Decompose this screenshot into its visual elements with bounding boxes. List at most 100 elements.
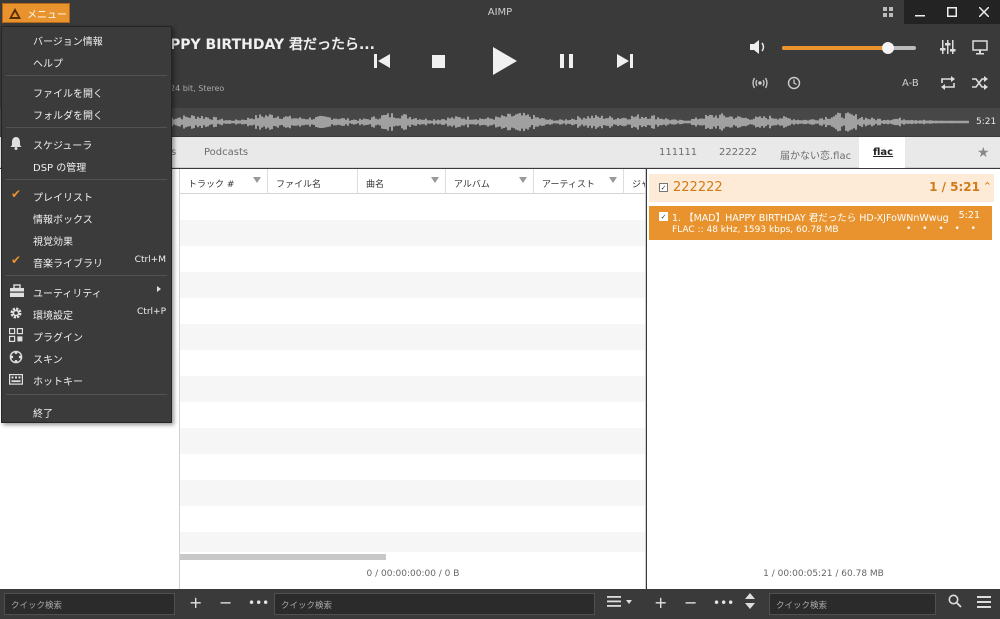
minimize-icon (915, 15, 925, 17)
visualization-button[interactable] (972, 39, 988, 58)
menu-separator (6, 394, 167, 395)
volume-knob[interactable] (881, 42, 894, 54)
play-icon (493, 47, 517, 75)
menu-item-music-library[interactable]: ✔ 音楽ライブラリ Ctrl+M (2, 250, 171, 272)
library-search-input[interactable]: クイック検索 (274, 593, 595, 615)
filter-icon[interactable] (609, 177, 617, 183)
keyboard-icon (9, 372, 25, 386)
monitor-icon (972, 40, 988, 55)
library-table[interactable]: トラック # ファイル名 曲名 アルバム アーティスト ジャ 0 / 00:00… (180, 169, 646, 589)
column-album[interactable]: アルバム (446, 169, 534, 194)
pause-button[interactable] (560, 54, 573, 71)
filter-icon[interactable] (431, 177, 439, 183)
column-track-number[interactable]: トラック # (180, 169, 268, 194)
repeat-button[interactable] (940, 76, 956, 93)
play-button[interactable] (493, 47, 517, 78)
menu-item-version-info[interactable]: バージョン情報 (2, 28, 171, 50)
next-button[interactable] (617, 54, 633, 71)
move-button[interactable] (745, 593, 755, 614)
library-status: 0 / 00:00:00:00 / 0 B (366, 569, 460, 579)
collapse-icon[interactable]: ⌃ (983, 180, 992, 193)
menu-item-skins[interactable]: スキン (2, 346, 171, 368)
menu-item-hotkeys[interactable]: ホットキー (2, 368, 171, 390)
tab-playlist-flac[interactable]: flac (859, 137, 905, 168)
playlist-item[interactable]: ✓ 1. 【MAD】HAPPY BIRTHDAY 君だったら HD-XJFoWN… (649, 206, 992, 240)
remove-button[interactable]: − (219, 593, 232, 613)
filter-icon[interactable] (253, 177, 261, 183)
playlist-item-duration: 5:21 (958, 210, 980, 221)
tab-podcasts[interactable]: Podcasts (204, 147, 248, 158)
playlist-item-title: 1. 【MAD】HAPPY BIRTHDAY 君だったら HD-XJFoWNnW… (672, 213, 949, 224)
table-row (180, 532, 645, 552)
title-bar: メニュー AIMP (0, 0, 1000, 26)
column-genre[interactable]: ジャ (624, 169, 645, 194)
menu-item-dsp-manager[interactable]: DSP の管理 (2, 154, 171, 176)
playlist-panel: ✓ 222222 1 / 5:21 ⌃ ✓ 1. 【MAD】HAPPY BIRT… (647, 169, 1000, 589)
menu-item-visual-effects[interactable]: 視覚効果 (2, 228, 171, 250)
column-title[interactable]: 曲名 (358, 169, 446, 194)
ab-repeat-button[interactable]: A-B (902, 78, 919, 89)
library-tree-search-input[interactable]: クイック検索 (4, 593, 175, 615)
add-button[interactable]: + (189, 593, 202, 613)
skins-icon (9, 350, 25, 364)
playlist-search-input[interactable]: クイック検索 (769, 593, 936, 615)
maximize-button[interactable] (936, 0, 968, 24)
tab-playlist-111111[interactable]: 111111 (659, 147, 697, 158)
stop-button[interactable] (432, 55, 445, 71)
group-checkbox[interactable]: ✓ (659, 183, 668, 192)
item-checkbox[interactable]: ✓ (659, 212, 668, 221)
table-row (180, 428, 645, 454)
close-icon (979, 7, 989, 17)
previous-button[interactable] (374, 54, 390, 71)
shuffle-button[interactable] (972, 76, 988, 93)
column-filename[interactable]: ファイル名 (268, 169, 358, 194)
bottom-toolbar: クイック検索 + − ••• クイック検索 + − ••• クイック検索 (0, 589, 1000, 619)
tab-playlist-todokanai-koi[interactable]: 届かない恋.flac (780, 147, 851, 162)
sort-button[interactable] (607, 593, 633, 613)
plugins-grid-icon (9, 328, 25, 342)
menu-item-open-folder[interactable]: フォルダを開く (2, 102, 171, 124)
minimize-button[interactable] (904, 0, 936, 24)
timer-button[interactable] (787, 76, 801, 93)
waveform[interactable] (170, 108, 970, 136)
volume-slider[interactable] (782, 42, 916, 54)
menu-item-preferences[interactable]: 環境設定 Ctrl+P (2, 302, 171, 324)
volume-button[interactable] (750, 39, 768, 58)
menu-item-open-file[interactable]: ファイルを開く (2, 80, 171, 102)
previous-icon (374, 54, 390, 68)
mini-player-button[interactable] (872, 0, 904, 24)
waveform-path (170, 112, 969, 132)
more-button[interactable]: ••• (248, 593, 269, 613)
radio-icon (752, 77, 768, 89)
table-row (180, 480, 645, 506)
app-title: AIMP (487, 7, 513, 18)
menu-separator (6, 127, 167, 128)
menu-item-help[interactable]: ヘルプ (2, 50, 171, 72)
menu-item-exit[interactable]: 終了 (2, 400, 171, 422)
close-button[interactable] (968, 0, 1000, 24)
radio-button[interactable] (752, 76, 768, 93)
playlist-remove-button[interactable]: − (684, 593, 697, 613)
tab-playlist-222222[interactable]: 222222 (719, 147, 757, 158)
menu-item-info-box[interactable]: 情報ボックス (2, 206, 171, 228)
playlist-more-button[interactable]: ••• (713, 593, 734, 613)
menu-item-scheduler[interactable]: スケジューラ (2, 132, 171, 154)
equalizer-button[interactable] (940, 39, 956, 58)
filter-icon[interactable] (519, 177, 527, 183)
star-icon[interactable]: ★ (977, 145, 990, 161)
horizontal-scrollbar[interactable] (180, 554, 386, 560)
playlist-group-header[interactable]: ✓ 222222 1 / 5:21 ⌃ (649, 174, 994, 202)
rating-dots[interactable]: • • • • • (906, 224, 980, 234)
checkmark-icon: ✔ (11, 253, 22, 267)
menu-item-playlist[interactable]: ✔ プレイリスト (2, 184, 171, 206)
column-artist[interactable]: アーティスト (534, 169, 624, 194)
search-button[interactable] (948, 593, 962, 613)
table-row (180, 272, 645, 298)
track-info: 24 bit, Stereo (170, 84, 225, 93)
playlist-add-button[interactable]: + (654, 593, 667, 613)
hamburger-icon (977, 596, 991, 608)
playlist-group-count: 1 / 5:21 (929, 180, 980, 194)
playlist-menu-button[interactable] (977, 593, 991, 613)
menu-item-plugins[interactable]: プラグイン (2, 324, 171, 346)
menu-item-utilities[interactable]: ユーティリティ (2, 280, 171, 302)
